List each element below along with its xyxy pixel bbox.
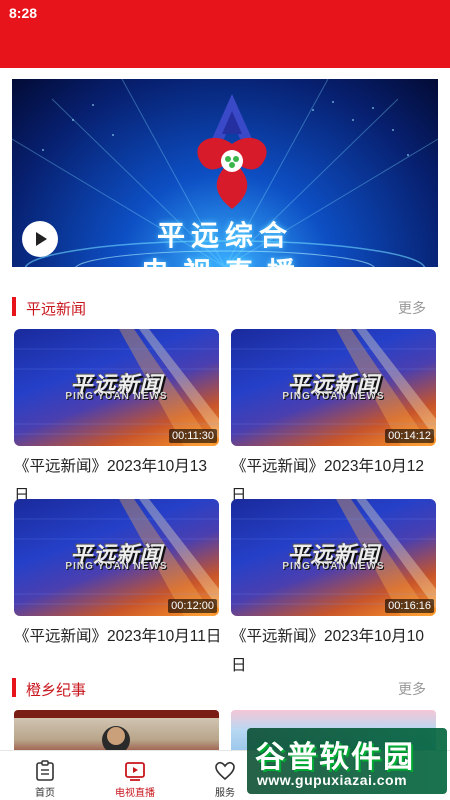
news-thumbnail[interactable]: 平远新闻 PING YUAN NEWS 00:11:30 — [14, 329, 219, 446]
nav-label: 电视直播 — [115, 788, 155, 799]
video-duration: 00:14:12 — [385, 429, 434, 443]
status-bar: 8:28 — [0, 0, 450, 68]
section-accent-bar — [12, 297, 16, 316]
section-title: 橙乡纪事 — [26, 682, 87, 699]
video-duration: 00:16:16 — [385, 599, 434, 613]
thumbnail-subtitle: PING YUAN NEWS — [65, 561, 168, 572]
play-icon — [36, 232, 47, 246]
nav-label: 首页 — [35, 788, 55, 799]
thumbnail-subtitle: PING YUAN NEWS — [282, 391, 385, 402]
section-accent-bar — [12, 678, 16, 697]
thumbnail-subtitle: PING YUAN NEWS — [65, 391, 168, 402]
more-link[interactable]: 更多 — [398, 679, 426, 699]
tv-icon — [125, 762, 145, 781]
video-duration: 00:11:30 — [168, 429, 217, 443]
news-thumbnail[interactable]: 平远新闻 PING YUAN NEWS 00:14:12 — [231, 329, 436, 446]
section-title: 平远新闻 — [26, 301, 87, 318]
watermark-url: www.gupuxiazai.com — [257, 772, 408, 788]
status-time: 8:28 — [9, 5, 38, 21]
thumbnail-subtitle: PING YUAN NEWS — [282, 561, 385, 572]
heart-icon — [215, 761, 235, 781]
more-link[interactable]: 更多 — [398, 298, 426, 318]
nav-item-live-tv[interactable]: 电视直播 — [95, 751, 175, 800]
banner-title-line2: 电视直播 — [12, 251, 438, 267]
news-title[interactable]: 《平远新闻》2023年10月11日 — [14, 622, 222, 651]
banner-title-line1: 平远综合 — [156, 219, 293, 252]
play-button[interactable] — [22, 221, 58, 257]
watermark-text: 谷普软件园 — [255, 741, 415, 774]
news-thumbnail[interactable]: 平远新闻 PING YUAN NEWS 00:12:00 — [14, 499, 219, 616]
news-title[interactable]: 《平远新闻》2023年10月10日 — [231, 622, 439, 680]
news-thumbnail[interactable]: 平远新闻 PING YUAN NEWS 00:16:16 — [231, 499, 436, 616]
section-header-orange-village: 橙乡纪事 更多 — [12, 677, 438, 699]
section-header-pingyuan-news: 平远新闻 更多 — [12, 296, 438, 318]
live-tv-banner[interactable]: 平远综合 电视直播 — [12, 79, 438, 267]
tv-station-logo — [197, 94, 267, 209]
watermark-logo: 谷普软件园 www.gupuxiazai.com — [247, 728, 447, 794]
nav-item-home[interactable]: 首页 — [5, 751, 85, 800]
video-duration: 00:12:00 — [168, 599, 217, 613]
home-list-icon — [36, 760, 54, 781]
